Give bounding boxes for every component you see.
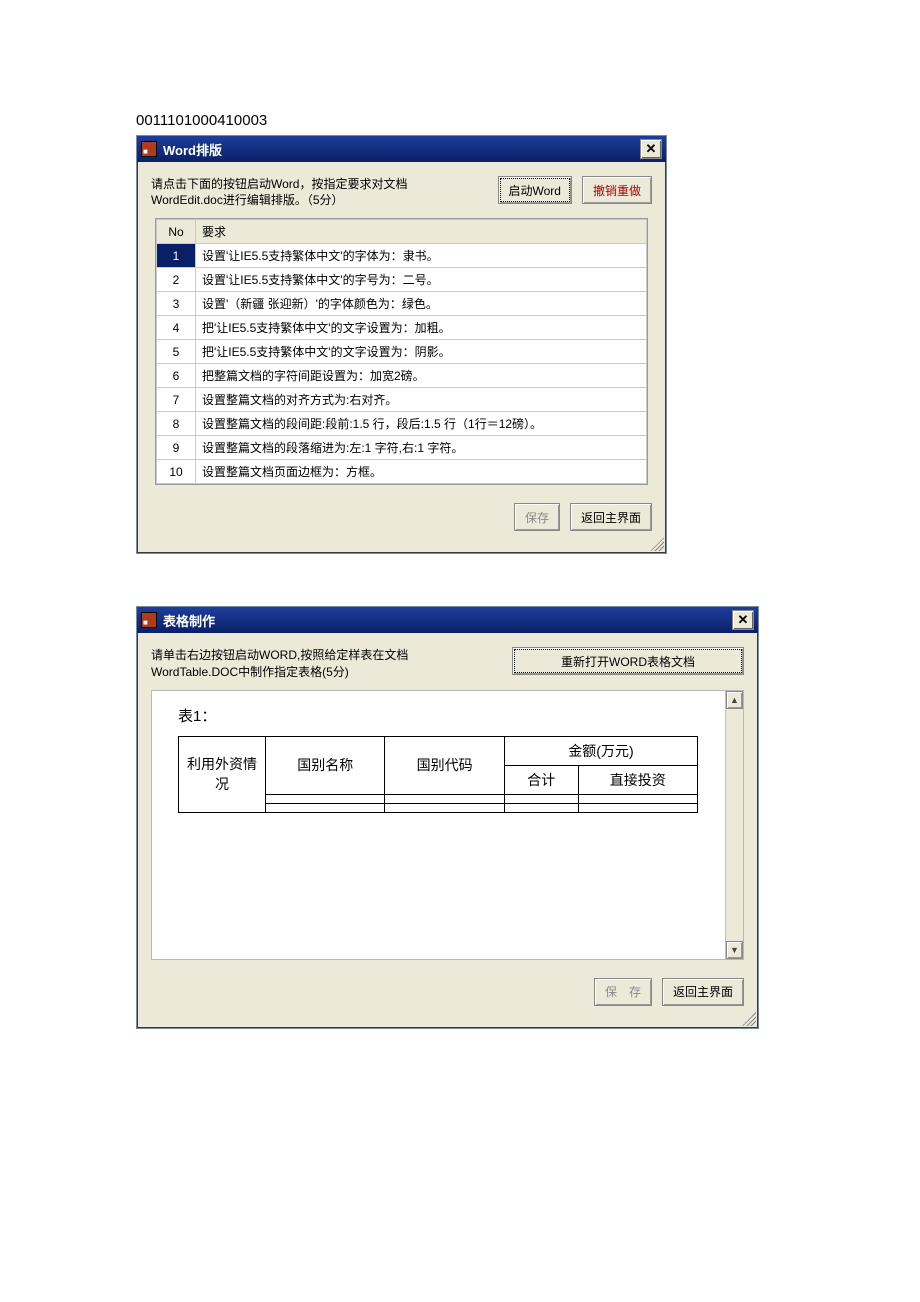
resize-grip[interactable] [137,537,666,553]
requirements-grid: No 要求 1设置'让IE5.5支持繁体中文'的字体为：隶书。 2设置'让IE5… [155,218,648,485]
doc-heading: 表1： [178,705,717,726]
scroll-up-icon[interactable]: ▲ [726,691,743,709]
cell-empty [578,794,697,803]
scroll-down-icon[interactable]: ▼ [726,941,743,959]
col-header-no[interactable]: No [157,220,196,244]
app-icon: ■ [141,141,157,157]
row-header: 利用外资情况 [179,736,266,812]
table-row[interactable]: 1设置'让IE5.5支持繁体中文'的字体为：隶书。 [157,244,647,268]
close-button[interactable]: ✕ [732,610,754,630]
cell-empty [504,803,578,812]
titlebar[interactable]: ■ 表格制作 ✕ [137,607,758,633]
cell-empty [266,794,385,803]
cell-empty [385,803,504,812]
app-icon: ■ [141,612,157,628]
cell-empty [578,803,697,812]
window-table-create: ■ 表格制作 ✕ 请单击右边按钮启动WORD,按照给定样表在文档WordTabl… [136,606,759,1028]
col-header-direct: 直接投资 [578,765,697,794]
titlebar[interactable]: ■ Word排版 ✕ [137,136,666,162]
embedded-document: 表1： 利用外资情况 国别名称 国别代码 金额(万元) 合计 直接投资 [151,690,744,960]
vertical-scrollbar[interactable]: ▲ ▼ [725,691,743,959]
launch-word-button[interactable]: 启动Word [498,176,572,204]
table-row[interactable]: 7设置整篇文档的对齐方式为:右对齐。 [157,388,647,412]
instruction-text: 请点击下面的按钮启动Word，按指定要求对文档WordEdit.doc进行编辑排… [151,176,451,208]
cell-empty [504,794,578,803]
reopen-word-table-button[interactable]: 重新打开WORD表格文档 [512,647,744,675]
table-row[interactable]: 10设置整篇文档页面边框为：方框。 [157,460,647,484]
instruction-text: 请单击右边按钮启动WORD,按照给定样表在文档WordTable.DOC中制作指… [151,647,491,679]
return-main-button[interactable]: 返回主界面 [570,503,652,531]
save-button[interactable]: 保 存 [594,978,652,1006]
table-row[interactable]: 8设置整篇文档的段间距:段前:1.5 行，段后:1.5 行（1行＝12磅）。 [157,412,647,436]
table-row[interactable]: 9设置整篇文档的段落缩进为:左:1 字符,右:1 字符。 [157,436,647,460]
col-header-name: 国别名称 [266,736,385,794]
window-title: Word排版 [163,140,222,159]
undo-redo-button[interactable]: 撤销重做 [582,176,652,204]
table-row[interactable]: 4把'让IE5.5支持繁体中文'的文字设置为：加粗。 [157,316,647,340]
table-row[interactable]: 2设置'让IE5.5支持繁体中文'的字号为：二号。 [157,268,647,292]
return-main-button[interactable]: 返回主界面 [662,978,744,1006]
col-header-req[interactable]: 要求 [196,220,647,244]
table-row[interactable]: 6把整篇文档的字符间距设置为：加宽2磅。 [157,364,647,388]
save-button[interactable]: 保存 [514,503,560,531]
close-button[interactable]: ✕ [640,139,662,159]
col-header-total: 合计 [504,765,578,794]
sample-table: 利用外资情况 国别名称 国别代码 金额(万元) 合计 直接投资 [178,736,698,813]
window-word-typeset: ■ Word排版 ✕ 请点击下面的按钮启动Word，按指定要求对文档WordEd… [136,135,667,554]
table-row[interactable]: 5把'让IE5.5支持繁体中文'的文字设置为：阴影。 [157,340,647,364]
cell-empty [385,794,504,803]
page-code: 0011101000410003 [0,112,920,129]
cell-empty [266,803,385,812]
col-header-code: 国别代码 [385,736,504,794]
resize-grip[interactable] [137,1012,758,1028]
col-header-amount: 金额(万元) [504,736,697,765]
table-row[interactable]: 3设置'（新疆 张迎新）'的字体颜色为：绿色。 [157,292,647,316]
window-title: 表格制作 [163,611,215,630]
